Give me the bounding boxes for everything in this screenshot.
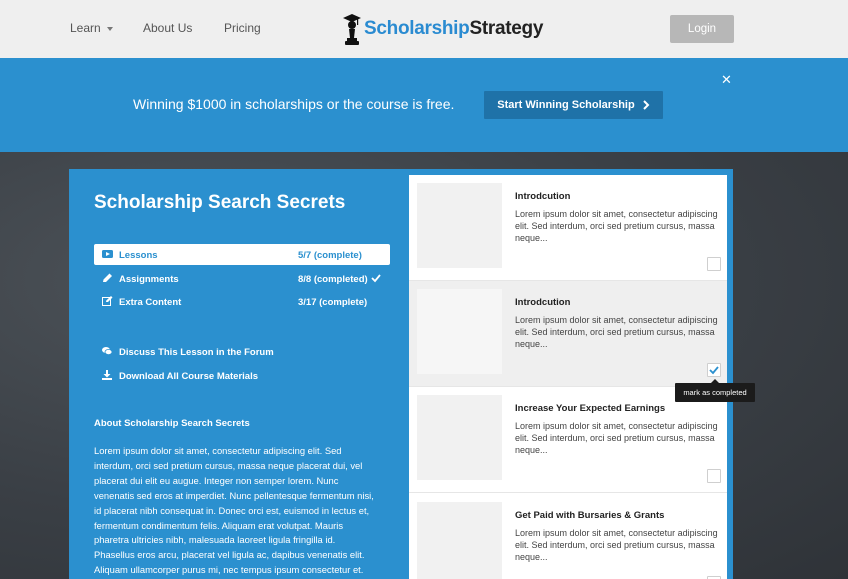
lesson-thumbnail (417, 502, 502, 579)
lesson-card[interactable]: Get Paid with Bursaries & Grants Lorem i… (409, 494, 727, 579)
checkmark-icon (371, 274, 381, 283)
logo-text: ScholarshipStrategy (364, 18, 543, 40)
lesson-complete-checkbox[interactable] (707, 469, 721, 483)
lesson-card[interactable]: Introdcution Lorem ipsum dolor sit amet,… (409, 175, 727, 281)
menu-assignments-count: 8/8 (completed) (298, 274, 368, 285)
chevron-right-icon (642, 100, 650, 110)
download-icon (102, 370, 112, 380)
banner-text: Winning $1000 in scholarships or the cou… (133, 96, 455, 112)
discuss-forum-link[interactable]: Discuss This Lesson in the Forum (102, 346, 274, 358)
pencil-icon (103, 273, 112, 282)
download-materials-link[interactable]: Download All Course Materials (102, 370, 258, 382)
graduation-pawn-icon (343, 14, 361, 45)
menu-lessons-count: 5/7 (complete) (298, 250, 362, 261)
menu-lessons[interactable]: Lessons 5/7 (complete) (94, 244, 390, 265)
promo-banner: Winning $1000 in scholarships or the cou… (0, 58, 848, 152)
lesson-card[interactable]: Increase Your Expected Earnings Lorem ip… (409, 387, 727, 493)
logo-text-strategy: Strategy (469, 18, 544, 39)
lesson-title: Introdcution (515, 191, 571, 202)
menu-assignments[interactable]: Assignments 8/8 (completed) (94, 268, 390, 289)
logo-text-scholarship: Scholarship (364, 18, 470, 39)
lesson-complete-checkbox[interactable] (707, 257, 721, 271)
menu-extra-content-label: Extra Content (119, 297, 182, 308)
logo[interactable]: ScholarshipStrategy (342, 12, 543, 46)
nav-pricing[interactable]: Pricing (224, 21, 261, 35)
top-nav-bar: Learn About Us Pricing ScholarshipStrate… (0, 0, 848, 58)
lesson-complete-checkbox[interactable] (707, 363, 721, 377)
course-title: Scholarship Search Secrets (94, 192, 346, 213)
lesson-title: Increase Your Expected Earnings (515, 403, 666, 414)
discuss-forum-label: Discuss This Lesson in the Forum (119, 347, 274, 358)
nav-learn-label: Learn (70, 21, 101, 35)
about-title: About Scholarship Search Secrets (94, 418, 250, 429)
nav-about-us[interactable]: About Us (143, 21, 192, 35)
comments-icon (102, 347, 112, 355)
lesson-description: Lorem ipsum dolor sit amet, consectetur … (515, 209, 718, 243)
lesson-description: Lorem ipsum dolor sit amet, consectetur … (515, 315, 718, 349)
start-winning-button[interactable]: Start Winning Scholarship (484, 91, 663, 119)
menu-lessons-label: Lessons (119, 250, 158, 261)
lesson-thumbnail (417, 183, 502, 268)
download-materials-label: Download All Course Materials (119, 371, 259, 382)
menu-assignments-label: Assignments (119, 274, 179, 285)
lesson-description: Lorem ipsum dolor sit amet, consectetur … (515, 421, 718, 455)
mark-complete-tooltip: mark as completed (675, 379, 755, 402)
menu-extra-content-count: 3/17 (complete) (298, 297, 368, 308)
login-button[interactable]: Login (670, 15, 734, 43)
edit-icon (102, 296, 113, 306)
about-body: Lorem ipsum dolor sit amet, consectetur … (94, 445, 374, 576)
lesson-card[interactable]: Introdcution Lorem ipsum dolor sit amet,… (409, 281, 727, 387)
nav-learn[interactable]: Learn (70, 21, 113, 35)
checkmark-icon (709, 366, 719, 375)
lesson-list: Introdcution Lorem ipsum dolor sit amet,… (409, 175, 727, 579)
menu-extra-content[interactable]: Extra Content 3/17 (complete) (94, 291, 390, 312)
lesson-thumbnail (417, 289, 502, 374)
lesson-title: Introdcution (515, 297, 571, 308)
video-icon (102, 250, 113, 258)
caret-down-icon (106, 26, 113, 31)
lesson-description: Lorem ipsum dolor sit amet, consectetur … (515, 528, 718, 562)
close-banner-icon[interactable]: ✕ (721, 72, 732, 88)
lesson-thumbnail (417, 395, 502, 480)
start-winning-label: Start Winning Scholarship (497, 99, 635, 111)
lesson-title: Get Paid with Bursaries & Grants (515, 510, 665, 521)
